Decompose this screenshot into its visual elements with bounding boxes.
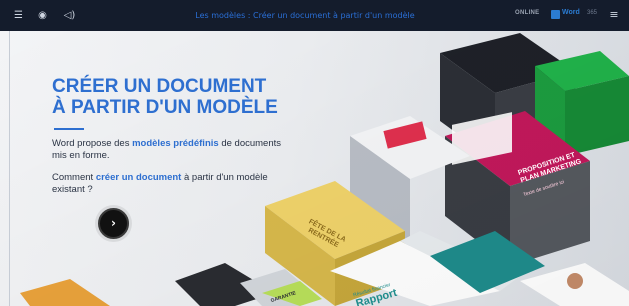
- app-frame: ☰ ◉ ◁) Les modèles : Créer un document à…: [0, 0, 629, 306]
- intro-paragraph: Word propose des modèles prédéfinis de d…: [52, 138, 282, 162]
- content-edge: [9, 31, 10, 306]
- question-paragraph: Comment créer un document à partir d'un …: [52, 172, 282, 196]
- lesson-title: Les modèles : Créer un document à partir…: [195, 11, 415, 20]
- page-title: CRÉER UN DOCUMENT À PARTIR D'UN MODÈLE: [52, 76, 312, 118]
- word-logo-icon: [551, 10, 560, 19]
- title-line-2: À PARTIR D'UN MODÈLE: [52, 97, 278, 118]
- volume-icon[interactable]: ◁): [63, 9, 76, 22]
- menu-icon[interactable]: ☰: [12, 9, 25, 22]
- hamburger-icon[interactable]: ≡: [607, 8, 621, 22]
- online-label: ONLINE: [515, 10, 540, 16]
- question-text-start: Comment: [52, 172, 96, 183]
- location-icon[interactable]: ◉: [36, 9, 49, 22]
- next-button[interactable]: ›: [98, 208, 129, 239]
- intro-highlight: modèles prédéfinis: [132, 138, 219, 149]
- chevron-right-icon: ›: [111, 216, 116, 230]
- slide-content: PROPOSITION ET PLAN MARKETING Texte de s…: [0, 31, 629, 306]
- app-version: 365: [587, 10, 598, 16]
- top-bar: ☰ ◉ ◁) Les modèles : Créer un document à…: [0, 0, 629, 31]
- app-name: Word: [562, 9, 580, 16]
- intro-text-start: Word propose des: [52, 138, 133, 149]
- question-highlight: créer un document: [95, 172, 182, 183]
- title-line-1: CRÉER UN DOCUMENT: [52, 76, 267, 97]
- title-divider: [54, 128, 84, 130]
